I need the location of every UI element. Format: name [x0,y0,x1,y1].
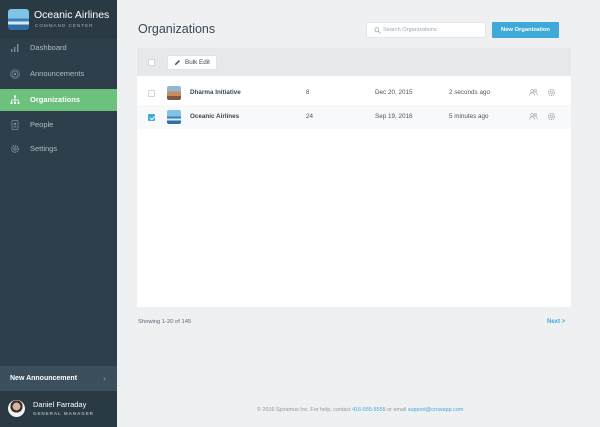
sidebar-item-people[interactable]: People [0,114,117,136]
org-logo [167,110,181,124]
email-link[interactable]: support@crowapp.com [408,407,464,413]
org-count: 8 [306,89,310,96]
search-icon [374,27,381,34]
brand-title: Oceanic Airlines [34,9,110,21]
sidebar-item-settings[interactable]: Settings [0,138,117,160]
brand-header[interactable]: Oceanic Airlines COMMAND CENTER [0,0,117,38]
row-checkbox[interactable] [148,90,155,97]
chevron-right-icon: › [103,374,106,383]
bulk-edit-button[interactable]: Bulk Edit [167,55,217,70]
sidebar-item-label: Dashboard [30,43,67,52]
row-checkbox[interactable] [148,114,155,121]
sidebar-item-dashboard[interactable]: Dashboard [0,37,117,59]
search-box[interactable] [366,22,486,38]
bar-chart-icon [11,44,19,52]
sidebar-item-label: Settings [30,144,58,153]
new-announcement-label: New Announcement [10,375,78,382]
new-announcement-button[interactable]: New Announcement › [0,366,117,391]
search-input[interactable] [383,23,483,37]
next-page-link[interactable]: Next > [547,319,565,325]
org-chart-icon [10,95,20,104]
select-all-checkbox[interactable] [148,59,155,66]
sidebar-item-organizations[interactable]: Organizations [0,89,117,111]
sidebar-item-label: Organizations [30,95,81,104]
gear-icon [11,145,19,153]
table-row[interactable]: Oceanic Airlines 24 Sep 19, 2016 5 minut… [137,105,571,129]
users-icon[interactable] [529,88,538,97]
table-toolbar: Bulk Edit [137,48,571,76]
gear-icon[interactable] [547,88,556,97]
sidebar: Oceanic Airlines COMMAND CENTER Dashboar… [0,0,117,427]
bulk-edit-label: Bulk Edit [185,59,210,66]
org-count: 24 [306,113,314,120]
page-title: Organizations [138,22,216,36]
phone-link[interactable]: 416-555-5555 [352,407,386,413]
org-date: Dec 20, 2015 [375,89,413,96]
footer-text: © 2016 Spiramus Inc. For help, contact [257,407,353,413]
org-name[interactable]: Dharma Initiative [190,89,241,96]
footer-text: or email [385,407,408,413]
org-logo [167,86,181,100]
users-icon[interactable] [529,112,538,121]
org-date: Sep 19, 2016 [375,113,413,120]
gear-icon[interactable] [547,112,556,121]
footer: © 2016 Spiramus Inc. For help, contact 4… [257,407,463,413]
sidebar-item-label: People [30,120,54,129]
broadcast-icon [10,69,20,79]
table-row[interactable]: Dharma Initiative 8 Dec 20, 2015 2 secon… [137,81,571,105]
user-profile[interactable]: Daniel Farraday GENERAL MANAGER [0,391,117,427]
brand-logo [8,9,29,30]
org-updated: 2 seconds ago [449,89,490,96]
brand-subtitle: COMMAND CENTER [35,23,94,28]
user-name: Daniel Farraday [33,400,87,409]
sidebar-item-announcements[interactable]: Announcements [0,63,117,85]
avatar [8,400,25,417]
id-card-icon [11,120,19,130]
user-role: GENERAL MANAGER [33,411,94,416]
org-updated: 5 minutes ago [449,113,489,120]
org-name[interactable]: Oceanic Airlines [190,113,239,120]
sidebar-item-label: Announcements [30,69,85,78]
pagination-summary: Showing 1-20 of 145 [138,319,192,325]
new-organization-button[interactable]: New Organization [492,22,559,38]
pencil-icon [174,59,181,66]
organizations-table: Bulk Edit Dharma Initiative 8 Dec 20, 20… [137,48,571,307]
